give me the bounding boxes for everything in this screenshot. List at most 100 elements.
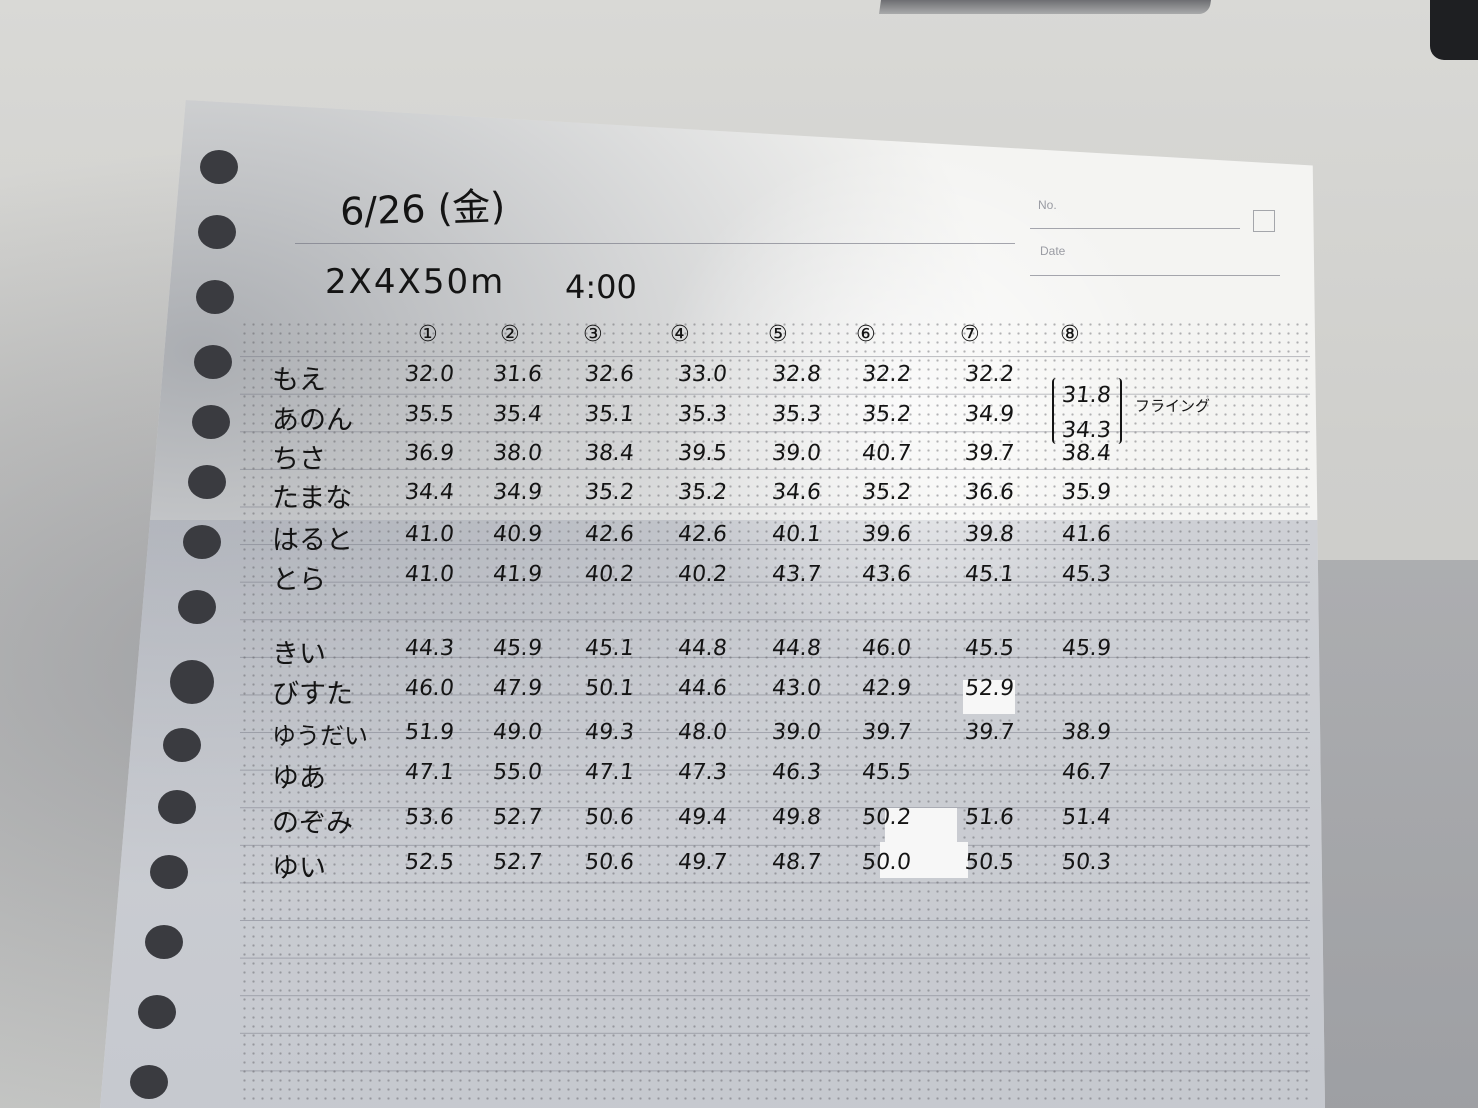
g1-time-cell: 35.5 [403, 402, 456, 427]
g2-time-cell: 50.1 [583, 676, 636, 701]
column-header: ④ [670, 322, 690, 347]
g1-time-cell: 34.9 [963, 402, 1016, 427]
g1-time-cell: 40.2 [676, 562, 729, 587]
g2-time-cell: 47.1 [403, 760, 456, 785]
g2-time-cell: 46.3 [770, 760, 823, 785]
g1-swimmer-name: たまな [272, 483, 353, 514]
g2-time-cell: 50.2 [860, 805, 913, 830]
binder-hole [158, 790, 196, 824]
g1-time-cell: 38.4 [1060, 441, 1113, 466]
g1-time-cell: 36.6 [963, 480, 1016, 505]
g2-time-cell: 45.1 [583, 636, 636, 661]
g1-time-cell: 35.2 [583, 480, 636, 505]
g1-time-cell: 43.7 [770, 562, 823, 587]
binder-hole [196, 280, 234, 314]
g1-time-cell: 41.9 [491, 562, 544, 587]
g2-time-cell: 43.0 [770, 676, 823, 701]
g2-time-cell: 47.1 [583, 760, 636, 785]
g2-swimmer-name: きい [272, 639, 326, 670]
g2-time-cell: 55.0 [491, 760, 544, 785]
g2-swimmer-name: ゆうだい [272, 722, 368, 750]
set-description: 2X4X50m [325, 262, 506, 302]
g1-time-cell: 41.6 [1060, 522, 1113, 547]
binder-hole [198, 215, 236, 249]
g1-time-cell: 34.4 [403, 480, 456, 505]
binder-hole [188, 465, 226, 499]
g1-time-cell: 41.0 [403, 522, 456, 547]
g2-swimmer-name: ゆい [272, 853, 326, 884]
background-object [879, 0, 1211, 14]
date-rule [1030, 275, 1280, 276]
g2-time-cell: 52.7 [491, 850, 544, 875]
g2-time-cell: 50.5 [963, 850, 1016, 875]
binder-hole [138, 995, 176, 1029]
no-rule [1030, 228, 1240, 229]
g2-time-cell: 46.7 [1060, 760, 1113, 785]
g1-swimmer-name: ちさ [272, 444, 326, 475]
date-label: Date [1040, 244, 1066, 258]
g1-time-cell: 35.1 [583, 402, 636, 427]
binder-hole [200, 150, 238, 184]
g1-time-cell: 34.9 [491, 480, 544, 505]
g2-time-cell: 44.8 [770, 636, 823, 661]
checkbox [1253, 210, 1275, 232]
g2-time-cell: 49.3 [583, 720, 636, 745]
binder-hole [145, 925, 183, 959]
g1-time-cell: 38.0 [491, 441, 544, 466]
g1-swimmer-name: あのん [272, 405, 353, 436]
g1-time-cell: 39.7 [963, 441, 1016, 466]
g1-time-cell: 40.2 [583, 562, 636, 587]
g2-time-cell: 46.0 [860, 636, 913, 661]
g2-time-cell: 45.9 [491, 636, 544, 661]
no-label: No. [1038, 198, 1057, 212]
column-header: ② [500, 322, 520, 347]
column-header: ③ [583, 322, 603, 347]
g2-time-cell: 51.9 [403, 720, 456, 745]
column-header: ⑧ [1060, 322, 1080, 347]
g2-time-cell: 52.9 [963, 676, 1016, 701]
g2-time-cell: 49.8 [770, 805, 823, 830]
g1-time-cell: 40.7 [860, 441, 913, 466]
notebook-page [100, 100, 1325, 1108]
g2-time-cell: 47.9 [491, 676, 544, 701]
g2-time-cell: 39.7 [860, 720, 913, 745]
g1-time-cell: 32.6 [583, 362, 636, 387]
g2-time-cell: 39.7 [963, 720, 1016, 745]
g2-swimmer-name: びすた [272, 679, 353, 710]
g1-time-cell: 35.9 [1060, 480, 1113, 505]
binder-hole [130, 1065, 168, 1099]
binder-hole [163, 728, 201, 762]
g2-time-cell: 50.3 [1060, 850, 1113, 875]
background-object-corner [1430, 0, 1478, 60]
g1-time-cell: 33.0 [676, 362, 729, 387]
g1-time-cell: 31.6 [491, 362, 544, 387]
g1-swimmer-name: はると [272, 525, 353, 556]
g1-time-cell: 39.6 [860, 522, 913, 547]
g2-time-cell: 49.7 [676, 850, 729, 875]
g1-time-cell: 39.0 [770, 441, 823, 466]
g2-time-cell: 51.4 [1060, 805, 1113, 830]
g1-time-cell: 38.4 [583, 441, 636, 466]
dot-grid-ruled-area [240, 320, 1310, 1100]
g1-time-cell: 34.3 [1060, 418, 1113, 443]
g1-time-cell: 45.1 [963, 562, 1016, 587]
cycle-time: 4:00 [565, 268, 637, 306]
g2-time-cell: 49.0 [491, 720, 544, 745]
column-header: ⑤ [768, 322, 788, 347]
g1-time-cell: 39.8 [963, 522, 1016, 547]
g1-time-cell: 34.6 [770, 480, 823, 505]
binder-hole [183, 525, 221, 559]
g1-time-cell: 42.6 [583, 522, 636, 547]
page-title-date: 6/26 (金) [339, 184, 506, 234]
column-header: ⑦ [960, 322, 980, 347]
note-flying: フライング [1135, 397, 1211, 415]
g2-time-cell: 42.9 [860, 676, 913, 701]
g2-time-cell: 50.6 [583, 850, 636, 875]
g1-time-cell: 32.2 [963, 362, 1016, 387]
g1-time-cell: 35.2 [860, 480, 913, 505]
g2-time-cell: 38.9 [1060, 720, 1113, 745]
g1-time-cell: 32.8 [770, 362, 823, 387]
column-header: ⑥ [856, 322, 876, 347]
binder-hole [194, 345, 232, 379]
g1-swimmer-name: もえ [272, 365, 326, 396]
